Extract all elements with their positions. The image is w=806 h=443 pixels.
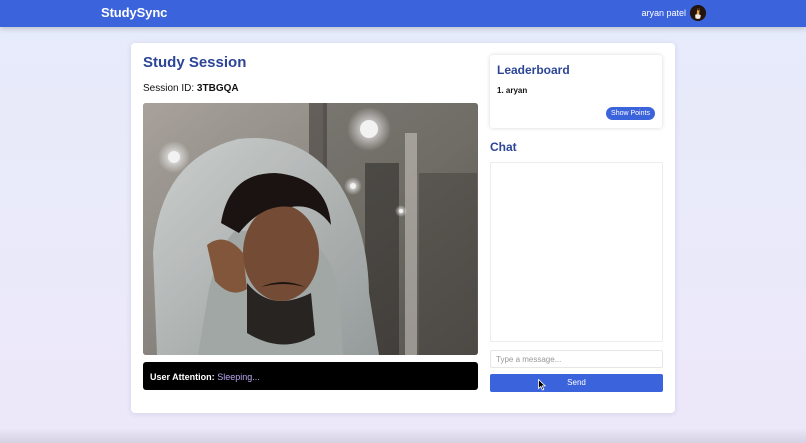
webcam-feed-image: [143, 103, 478, 355]
brand-logo[interactable]: StudySync: [101, 5, 167, 20]
chat-messages-area[interactable]: [490, 162, 663, 342]
leaderboard-title: Leaderboard: [497, 63, 570, 77]
session-id-line: Session ID: 3TBGQA: [143, 83, 239, 94]
webcam-feed: [143, 103, 478, 355]
attention-status-bar: User Attention: Sleeping...: [143, 362, 478, 390]
page-title: Study Session: [143, 54, 247, 71]
user-name: aryan patel: [641, 8, 686, 18]
show-points-button[interactable]: Show Points: [606, 107, 655, 120]
attention-label: User Attention:: [150, 372, 215, 382]
send-button[interactable]: Send: [490, 374, 663, 392]
message-input[interactable]: [490, 350, 663, 368]
page-bottom-shadow: [0, 428, 806, 443]
top-navbar: StudySync aryan patel: [0, 0, 806, 27]
session-card: Study Session Session ID: 3TBGQA User At…: [131, 43, 675, 413]
attention-status: Sleeping...: [217, 372, 260, 382]
chat-title: Chat: [490, 140, 517, 154]
leaderboard-entry: 1. aryan: [497, 86, 528, 95]
session-id-label: Session ID:: [143, 83, 195, 94]
leaderboard-panel: Leaderboard 1. aryan Show Points: [490, 55, 662, 128]
session-id-value: 3TBGQA: [196, 83, 239, 94]
user-avatar-icon[interactable]: [690, 5, 706, 21]
mouse-cursor-icon: [538, 379, 546, 391]
